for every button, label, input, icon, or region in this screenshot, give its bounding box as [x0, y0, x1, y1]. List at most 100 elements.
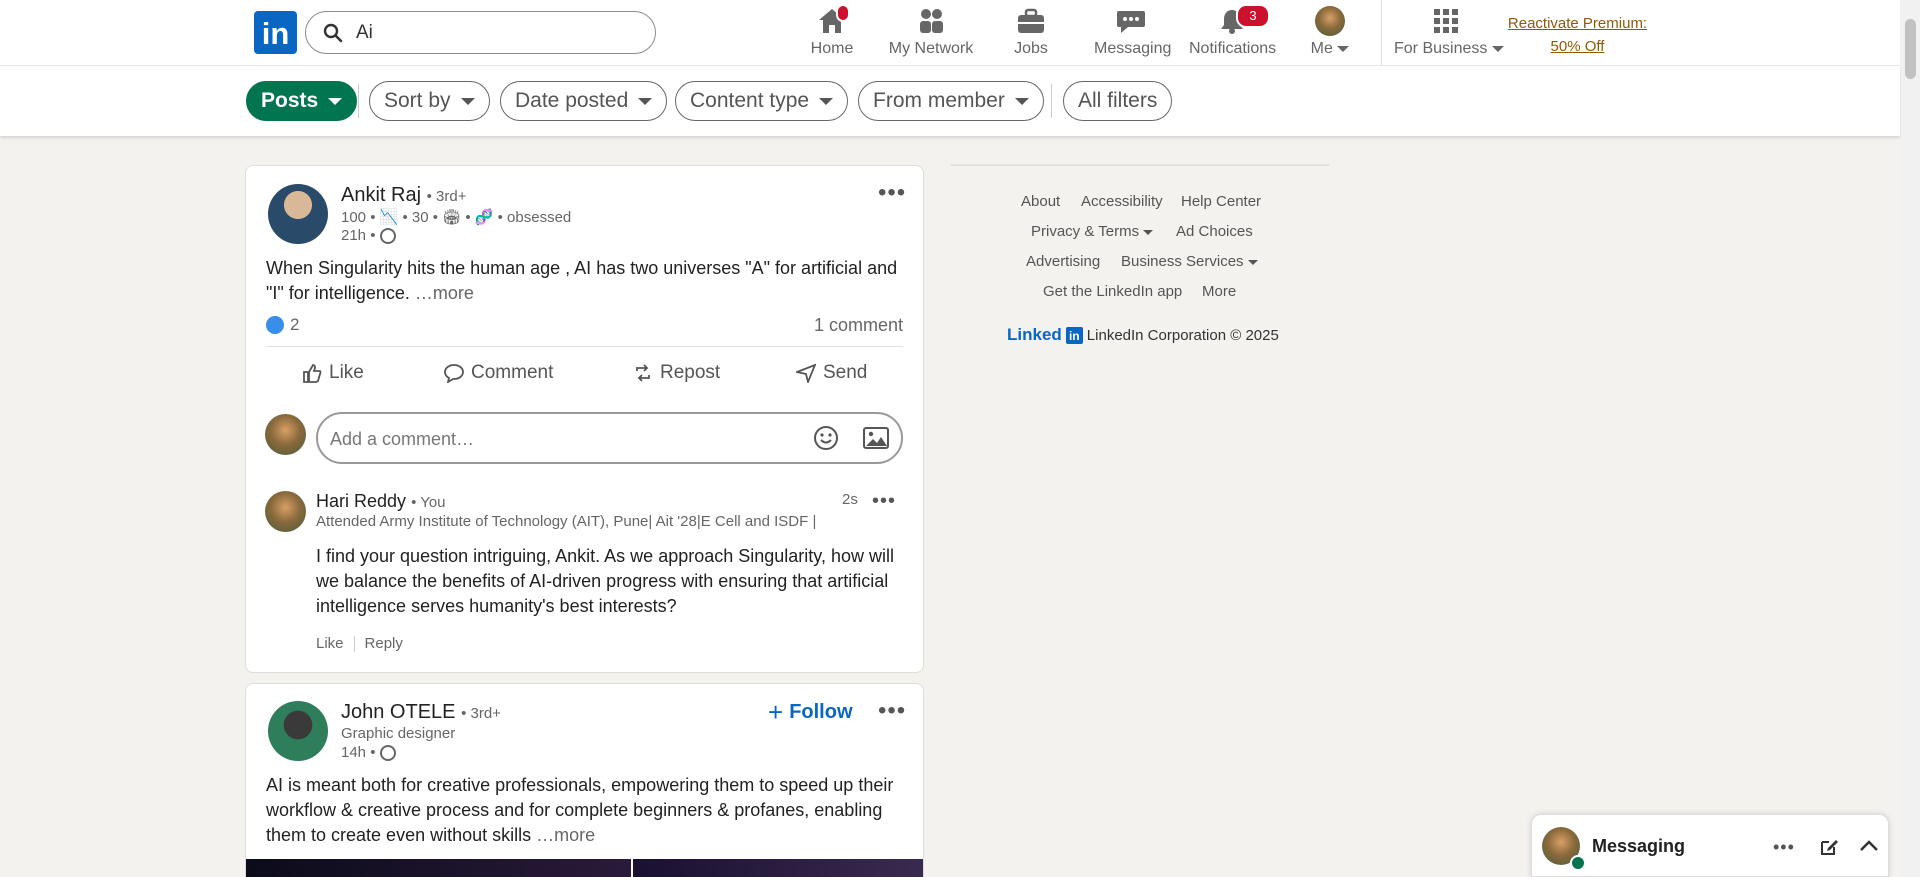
divider: [266, 346, 903, 347]
search-bar[interactable]: [305, 11, 656, 54]
caret-down-icon: [328, 97, 343, 105]
filter-all-filters[interactable]: All filters: [1063, 81, 1173, 121]
see-more-link[interactable]: …more: [536, 825, 595, 845]
post-body: AI is meant both for creative profession…: [266, 775, 894, 845]
search-input[interactable]: [356, 20, 636, 46]
filter-sort-by[interactable]: Sort by: [369, 81, 490, 121]
comment-author[interactable]: Hari Reddy • You: [316, 491, 446, 512]
commenter-avatar[interactable]: [265, 491, 306, 532]
author-headline: Graphic designer: [341, 725, 456, 742]
nav-me[interactable]: Me: [1305, 6, 1355, 60]
post-time: 21h •: [341, 227, 396, 245]
comment-input[interactable]: [330, 426, 780, 452]
post-options-icon[interactable]: •••: [878, 699, 906, 723]
nav-notifications[interactable]: 3 Notifications: [1189, 4, 1276, 60]
post-card: Ankit Raj • 3rd+ 100 • 📉 • 30 • 🏟 • 🧬 • …: [245, 165, 924, 673]
caret-down-icon: [1014, 97, 1029, 105]
comment-text: I find your question intriguing, Ankit. …: [316, 546, 894, 616]
filter-date-posted[interactable]: Date posted: [500, 81, 668, 121]
briefcase-icon: [1018, 8, 1044, 33]
messaging-overlay[interactable]: Messaging •••: [1531, 814, 1889, 877]
people-icon: [920, 9, 943, 33]
footer-about[interactable]: About: [1021, 193, 1060, 210]
author-headline: 100 • 📉 • 30 • 🏟 • 🧬 • obsessed: [341, 209, 572, 226]
comment-icon: [444, 364, 464, 383]
nav-divider: [1381, 0, 1382, 66]
repost-icon: [636, 364, 650, 382]
chevron-up-icon[interactable]: [1859, 839, 1879, 853]
premium-line-1: Reactivate Premium:: [1507, 15, 1648, 32]
globe-icon: [379, 228, 396, 245]
rail-divider: [951, 164, 1329, 166]
send-icon: [796, 363, 816, 383]
post-image-right[interactable]: [633, 859, 923, 877]
scrollbar-thumb[interactable]: [1905, 19, 1916, 79]
footer-get-app[interactable]: Get the LinkedIn app: [1043, 283, 1182, 300]
nav-my-network[interactable]: My Network: [888, 6, 974, 60]
me-label: Me: [1310, 40, 1333, 57]
search-filter-bar: Posts Sort by Date posted Content type F…: [0, 66, 1900, 136]
author-avatar[interactable]: [268, 184, 328, 244]
compose-icon[interactable]: [1819, 837, 1839, 857]
caret-down-icon: [819, 97, 834, 105]
home-notification-dot: [836, 4, 850, 22]
post-author[interactable]: John OTELE • 3rd+: [341, 701, 501, 724]
footer-more[interactable]: More: [1202, 283, 1236, 300]
comment-button[interactable]: Comment: [444, 362, 553, 384]
linkedin-logo-small: in: [1065, 326, 1083, 344]
comment-actions: Like Reply: [316, 635, 403, 652]
repost-button[interactable]: Repost: [633, 362, 720, 384]
like-reaction-icon: [266, 316, 284, 334]
commenter-headline: Attended Army Institute of Technology (A…: [316, 513, 817, 530]
caret-down-icon: [1143, 229, 1154, 235]
nav-for-business[interactable]: For Business: [1394, 6, 1504, 60]
messaging-options-icon[interactable]: •••: [1773, 838, 1795, 856]
caret-down-icon: [1247, 259, 1258, 265]
page-scrollbar[interactable]: [1901, 0, 1920, 877]
comment-options-icon[interactable]: •••: [872, 491, 896, 511]
send-button[interactable]: Send: [796, 362, 867, 384]
notification-count-badge: 3: [1236, 4, 1270, 28]
for-business-label: For Business: [1394, 40, 1488, 57]
search-icon: [323, 23, 343, 43]
filter-from-member[interactable]: From member: [858, 81, 1044, 121]
filter-posts[interactable]: Posts: [246, 81, 358, 121]
like-button[interactable]: Like: [302, 362, 364, 384]
caret-down-icon: [460, 97, 475, 105]
nav-home[interactable]: Home: [800, 4, 864, 60]
caret-down-icon: [638, 97, 653, 105]
footer-privacy-terms[interactable]: Privacy & Terms: [1031, 223, 1154, 240]
footer-help-center[interactable]: Help Center: [1181, 193, 1261, 210]
reactions-count[interactable]: 2: [266, 315, 299, 335]
comment-like-button[interactable]: Like: [316, 635, 344, 652]
post-image-left[interactable]: [246, 859, 631, 877]
post-author[interactable]: Ankit Raj • 3rd+: [341, 184, 466, 207]
global-nav: in Home My Network Jobs Messaging 3: [0, 0, 1900, 66]
author-avatar[interactable]: [268, 701, 328, 761]
comment-box[interactable]: [316, 412, 903, 464]
post-card: John OTELE • 3rd+ Graphic designer 14h •…: [245, 683, 924, 877]
see-more-link[interactable]: …more: [415, 283, 474, 303]
footer-advertising[interactable]: Advertising: [1026, 253, 1100, 270]
footer-ad-choices[interactable]: Ad Choices: [1176, 223, 1253, 240]
follow-button[interactable]: + Follow: [768, 697, 853, 728]
linkedin-logo[interactable]: in: [254, 11, 297, 54]
globe-icon: [379, 745, 396, 762]
nav-jobs[interactable]: Jobs: [1005, 6, 1057, 60]
reactivate-premium-link[interactable]: Reactivate Premium: 50% Off: [1490, 12, 1665, 58]
emoji-icon[interactable]: [813, 425, 839, 451]
nav-messaging[interactable]: Messaging: [1094, 6, 1171, 60]
chevron-down-icon: [1337, 45, 1350, 52]
divider: [353, 635, 355, 652]
footer-business-services[interactable]: Business Services: [1121, 253, 1258, 270]
comments-count[interactable]: 1 comment: [814, 315, 903, 336]
image-icon[interactable]: [863, 426, 889, 450]
footer-accessibility[interactable]: Accessibility: [1081, 193, 1163, 210]
grid-apps-icon: [1434, 9, 1458, 33]
filter-content-type[interactable]: Content type: [675, 81, 849, 121]
online-status-dot: [1570, 855, 1586, 871]
comment-reply-button[interactable]: Reply: [365, 635, 403, 652]
post-options-icon[interactable]: •••: [878, 181, 906, 205]
linkedin-wordmark: Linked: [1007, 325, 1062, 344]
my-avatar: [1315, 6, 1345, 36]
